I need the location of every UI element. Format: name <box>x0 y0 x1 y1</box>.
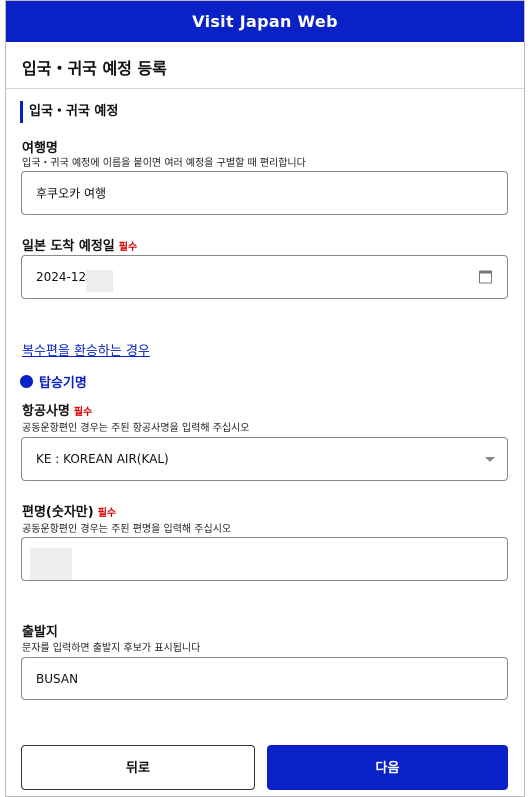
bullet-icon <box>20 375 33 388</box>
trip-name-input[interactable]: 후쿠오카 여행 <box>21 171 508 215</box>
calendar-icon[interactable] <box>479 270 492 284</box>
section-heading: 입국・귀국 예정 <box>20 101 118 123</box>
departure-value: BUSAN <box>36 671 79 686</box>
arrival-date-label-text: 일본 도착 예정일 <box>22 239 115 254</box>
departure-label: 출발지 <box>22 621 58 640</box>
flight-section-heading: 탑승기명 <box>20 372 87 391</box>
departure-input[interactable]: BUSAN <box>21 657 508 700</box>
airline-hint: 공동운항편인 경우는 주된 항공사명을 입력해 주십시오 <box>22 423 250 434</box>
airline-select[interactable]: KE : KOREAN AIR(KAL) <box>21 437 508 481</box>
flight-section-title: 탑승기명 <box>39 376 87 391</box>
departure-hint: 문자를 입력하면 출발지 후보가 표시됩니다 <box>22 643 201 654</box>
app-title-bar: Visit Japan Web <box>6 1 524 42</box>
app-frame: Visit Japan Web 입국・귀국 예정 등록 입국・귀국 예정 여행명… <box>5 0 525 797</box>
trip-name-value: 후쿠오카 여행 <box>36 186 107 201</box>
departure-label-text: 출발지 <box>22 625 58 640</box>
required-badge: 필수 <box>97 508 117 519</box>
arrival-date-label: 일본 도착 예정일 필수 <box>22 235 137 254</box>
required-badge: 필수 <box>73 407 93 418</box>
dropdown-caret-icon <box>485 457 495 462</box>
required-badge: 필수 <box>118 242 138 253</box>
app-title: Visit Japan Web <box>192 12 338 31</box>
arrival-date-value: 2024-12 <box>36 270 87 284</box>
flight-number-hint: 공동운항편인 경우는 주된 편명을 입력해 주십시오 <box>22 524 232 535</box>
page-title: 입국・귀국 예정 등록 <box>22 59 167 78</box>
redacted-block <box>86 270 113 292</box>
page-header: 입국・귀국 예정 등록 <box>6 42 524 89</box>
flight-number-label-text: 편명(숫자만) <box>22 505 94 520</box>
airline-value: KE : KOREAN AIR(KAL) <box>36 452 169 466</box>
airline-label: 항공사명 필수 <box>22 400 92 419</box>
trip-name-hint: 입국・귀국 예정에 이름을 붙이면 여러 예정을 구별할 때 편리합니다 <box>22 158 306 169</box>
multi-flight-link[interactable]: 복수편을 환승하는 경우 <box>22 340 150 359</box>
next-button[interactable]: 다음 <box>267 745 508 790</box>
back-button[interactable]: 뒤로 <box>21 745 255 790</box>
arrival-date-input[interactable]: 2024-12 <box>21 255 508 299</box>
flight-number-input[interactable] <box>21 537 508 581</box>
redacted-block <box>30 548 72 580</box>
flight-number-label: 편명(숫자만) 필수 <box>22 501 116 520</box>
airline-label-text: 항공사명 <box>22 404 70 419</box>
